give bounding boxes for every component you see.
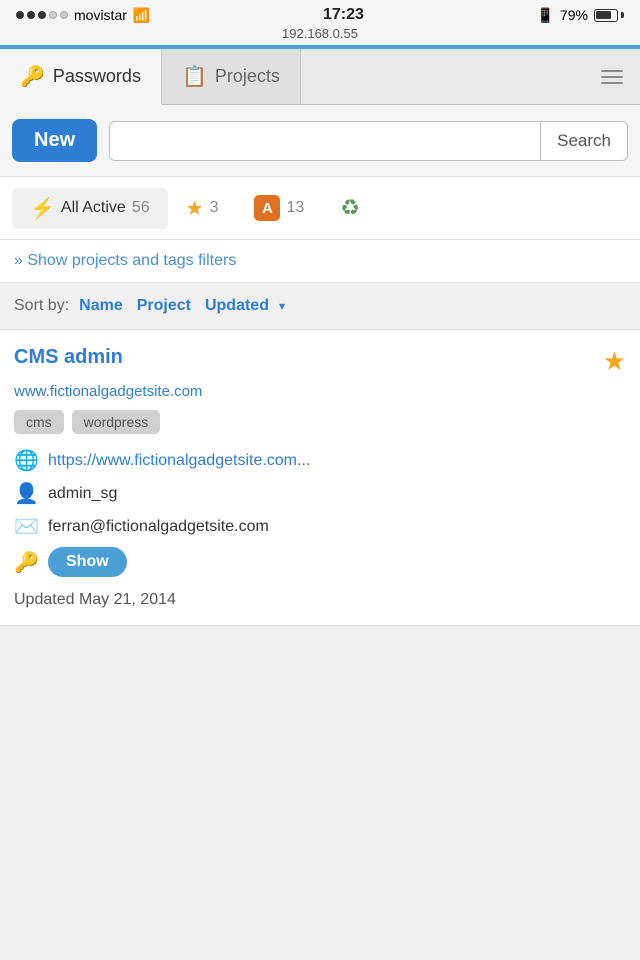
email-icon: ✉️ <box>14 514 38 539</box>
carrier-name: movistar <box>74 7 127 23</box>
tab-passwords-label: Passwords <box>53 66 141 87</box>
entry-username-detail: 👤 admin_sg <box>14 481 626 506</box>
status-right: 📱 79% <box>537 7 624 24</box>
tab-projects[interactable]: 📋 Projects <box>162 49 301 104</box>
entry-url[interactable]: www.fictionalgadgetsite.com <box>14 383 626 400</box>
user-icon: 👤 <box>14 481 38 506</box>
sort-label: Sort by: <box>14 297 69 315</box>
filter-bar: ⚡ All Active 56 ★ 3 A 13 ♻ <box>0 177 640 240</box>
entry-email: ferran@fictionalgadgetsite.com <box>48 518 269 536</box>
tag-row: cms wordpress <box>14 410 626 434</box>
entry-password-detail: 🔑 Show <box>14 547 626 577</box>
projects-icon: 📋 <box>182 64 207 89</box>
wifi-icon: 📶 <box>133 7 150 24</box>
carrier-info: movistar 📶 <box>16 7 150 24</box>
sort-by-updated[interactable]: Updated <box>201 295 273 317</box>
tag-wordpress[interactable]: wordpress <box>72 410 161 434</box>
lightning-icon: ⚡ <box>30 196 55 221</box>
letter-badge: A <box>254 195 280 221</box>
entry-username: admin_sg <box>48 485 117 503</box>
entry-link[interactable]: https://www.fictionalgadgetsite.com... <box>48 452 310 470</box>
hamburger-icon <box>601 70 623 84</box>
entry-star-icon[interactable]: ★ <box>603 346 626 377</box>
sort-by-name[interactable]: Name <box>75 295 127 317</box>
status-bar: movistar 📶 17:23 📱 79% 192.168.0.55 <box>0 0 640 45</box>
bluetooth-icon: 📱 <box>537 7 554 24</box>
search-input[interactable] <box>110 122 540 160</box>
filter-recycle[interactable]: ♻ <box>322 187 378 229</box>
starred-count: 3 <box>210 199 219 217</box>
new-button[interactable]: New <box>12 119 97 162</box>
tag-cms[interactable]: cms <box>14 410 64 434</box>
battery-percent: 79% <box>560 7 588 23</box>
search-container: Search <box>109 121 628 161</box>
globe-icon: 🌐 <box>14 448 38 473</box>
tab-bar: 🔑 Passwords 📋 Projects <box>0 49 640 105</box>
entry-link-detail: 🌐 https://www.fictionalgadgetsite.com... <box>14 448 626 473</box>
filter-starred[interactable]: ★ 3 <box>168 188 237 229</box>
toolbar: New Search <box>0 105 640 177</box>
entry-title[interactable]: CMS admin <box>14 346 123 369</box>
filter-all-active[interactable]: ⚡ All Active 56 <box>12 188 168 229</box>
show-filters-link[interactable]: » Show projects and tags filters <box>0 240 640 283</box>
tab-projects-label: Projects <box>215 66 280 87</box>
all-active-count: 56 <box>132 199 150 217</box>
search-button[interactable]: Search <box>540 122 627 160</box>
entry-updated: Updated May 21, 2014 <box>14 591 626 609</box>
ip-address: 192.168.0.55 <box>282 26 358 41</box>
star-filter-icon: ★ <box>186 196 204 221</box>
entry-card: CMS admin ★ www.fictionalgadgetsite.com … <box>0 330 640 626</box>
show-password-button[interactable]: Show <box>48 547 127 577</box>
all-active-label: All Active <box>61 199 126 217</box>
letter-count: 13 <box>286 199 304 217</box>
tab-passwords[interactable]: 🔑 Passwords <box>0 49 162 105</box>
recycle-icon: ♻ <box>340 195 360 221</box>
battery-icon <box>594 9 624 22</box>
menu-button[interactable] <box>584 49 640 104</box>
entry-header: CMS admin ★ <box>14 346 626 377</box>
sort-bar: Sort by: Name Project Updated ▾ <box>0 283 640 330</box>
signal-icon <box>16 11 68 19</box>
key-entry-icon: 🔑 <box>14 550 38 575</box>
entry-email-detail: ✉️ ferran@fictionalgadgetsite.com <box>14 514 626 539</box>
filter-letter-a[interactable]: A 13 <box>236 187 322 229</box>
status-time: 17:23 <box>323 6 364 24</box>
key-icon: 🔑 <box>20 64 45 89</box>
sort-by-project[interactable]: Project <box>133 295 195 317</box>
sort-arrow-icon: ▾ <box>279 299 285 313</box>
